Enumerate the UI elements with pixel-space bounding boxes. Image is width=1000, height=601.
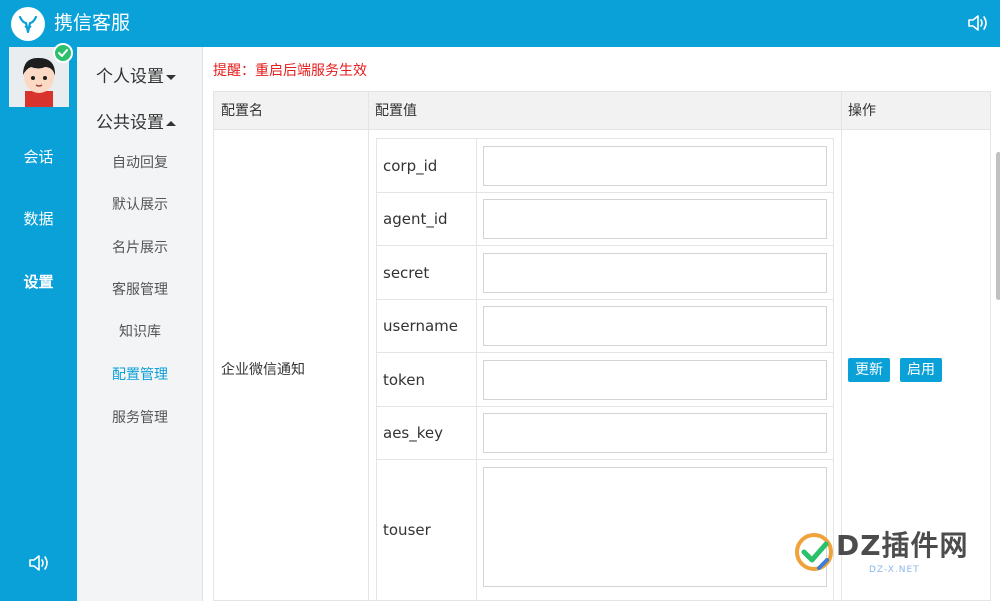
config-fields: corp_id agent_id secret username token a… bbox=[376, 138, 834, 601]
username-input[interactable] bbox=[483, 306, 827, 346]
settings-submenu: 个人设置 公共设置 自动回复 默认展示 名片展示 客服管理 知识库 配置管理 服… bbox=[77, 47, 203, 601]
agent-id-input[interactable] bbox=[483, 199, 827, 239]
main-content: 提醒：重启后端服务生效 配置名 配置值 操作 企业微信通知 corp_id ag… bbox=[203, 47, 1000, 601]
group-public-label: 公共设置 bbox=[96, 113, 164, 133]
table-header: 配置名 配置值 操作 bbox=[214, 92, 990, 130]
avatar[interactable] bbox=[9, 43, 73, 107]
field-row-agent-id: agent_id bbox=[377, 193, 833, 246]
rail-item-chat[interactable]: 会话 bbox=[0, 147, 77, 167]
enable-button[interactable]: 启用 bbox=[900, 358, 942, 382]
column-divider bbox=[841, 92, 842, 601]
caret-down-icon bbox=[166, 74, 176, 80]
sub-item-card-display[interactable]: 名片展示 bbox=[77, 238, 203, 258]
rail-item-settings[interactable]: 设置 bbox=[0, 272, 77, 292]
sub-item-default-display[interactable]: 默认展示 bbox=[77, 195, 203, 215]
sub-item-knowledge-base[interactable]: 知识库 bbox=[77, 322, 203, 342]
field-label-agent-id: agent_id bbox=[383, 210, 448, 228]
header-actions: 操作 bbox=[848, 103, 876, 119]
volume-icon[interactable] bbox=[27, 552, 51, 574]
group-personal-settings[interactable]: 个人设置 bbox=[96, 65, 176, 89]
volume-icon[interactable] bbox=[966, 12, 990, 34]
watermark-logo-icon bbox=[795, 533, 833, 571]
config-row-name: 企业微信通知 bbox=[221, 362, 305, 378]
update-button[interactable]: 更新 bbox=[848, 358, 890, 382]
header-config-name: 配置名 bbox=[221, 103, 263, 119]
config-table: 配置名 配置值 操作 企业微信通知 corp_id agent_id secre… bbox=[213, 91, 1000, 601]
caret-up-icon bbox=[166, 120, 176, 126]
field-row-secret: secret bbox=[377, 246, 833, 300]
rail-item-data[interactable]: 数据 bbox=[0, 209, 77, 229]
field-row-corp-id: corp_id bbox=[377, 139, 833, 193]
sub-item-service-management[interactable]: 服务管理 bbox=[77, 408, 203, 428]
sub-item-config-management[interactable]: 配置管理 bbox=[77, 365, 203, 385]
logo-icon bbox=[11, 7, 45, 41]
watermark-subtext: DZ-X.NET bbox=[869, 565, 920, 575]
token-input[interactable] bbox=[483, 360, 827, 400]
header-config-value: 配置值 bbox=[375, 103, 417, 119]
vertical-scrollbar[interactable] bbox=[996, 152, 1000, 300]
corp-id-input[interactable] bbox=[483, 146, 827, 186]
field-row-token: token bbox=[377, 353, 833, 407]
top-bar: 携信客服 bbox=[0, 0, 1000, 47]
sub-item-staff-management[interactable]: 客服管理 bbox=[77, 280, 203, 300]
field-label-secret: secret bbox=[383, 264, 430, 282]
touser-textarea[interactable] bbox=[483, 467, 827, 587]
group-public-settings[interactable]: 公共设置 bbox=[96, 111, 176, 135]
field-label-aes-key: aes_key bbox=[383, 424, 443, 442]
left-rail: 会话 数据 设置 bbox=[0, 43, 77, 601]
sub-item-auto-reply[interactable]: 自动回复 bbox=[77, 153, 203, 173]
field-label-username: username bbox=[383, 317, 458, 335]
watermark-text: DZ插件网 bbox=[836, 529, 969, 562]
field-label-token: token bbox=[383, 371, 425, 389]
field-row-username: username bbox=[377, 300, 833, 353]
app-title: 携信客服 bbox=[54, 12, 131, 34]
column-divider bbox=[368, 92, 369, 601]
field-row-touser: touser bbox=[377, 460, 833, 601]
field-label-corp-id: corp_id bbox=[383, 157, 438, 175]
watermark: DZ插件网 DZ-X.NET bbox=[793, 528, 981, 584]
field-label-touser: touser bbox=[383, 521, 431, 539]
aes-key-input[interactable] bbox=[483, 413, 827, 453]
secret-input[interactable] bbox=[483, 253, 827, 293]
field-row-aes-key: aes_key bbox=[377, 407, 833, 460]
restart-notice: 提醒：重启后端服务生效 bbox=[213, 63, 367, 79]
app-window: 携信客服 会话 数据 设置 个人设置 公共设置 自动回复 默认展示 名片展示 客… bbox=[0, 0, 1000, 601]
check-icon bbox=[53, 43, 73, 63]
group-personal-label: 个人设置 bbox=[96, 67, 164, 87]
